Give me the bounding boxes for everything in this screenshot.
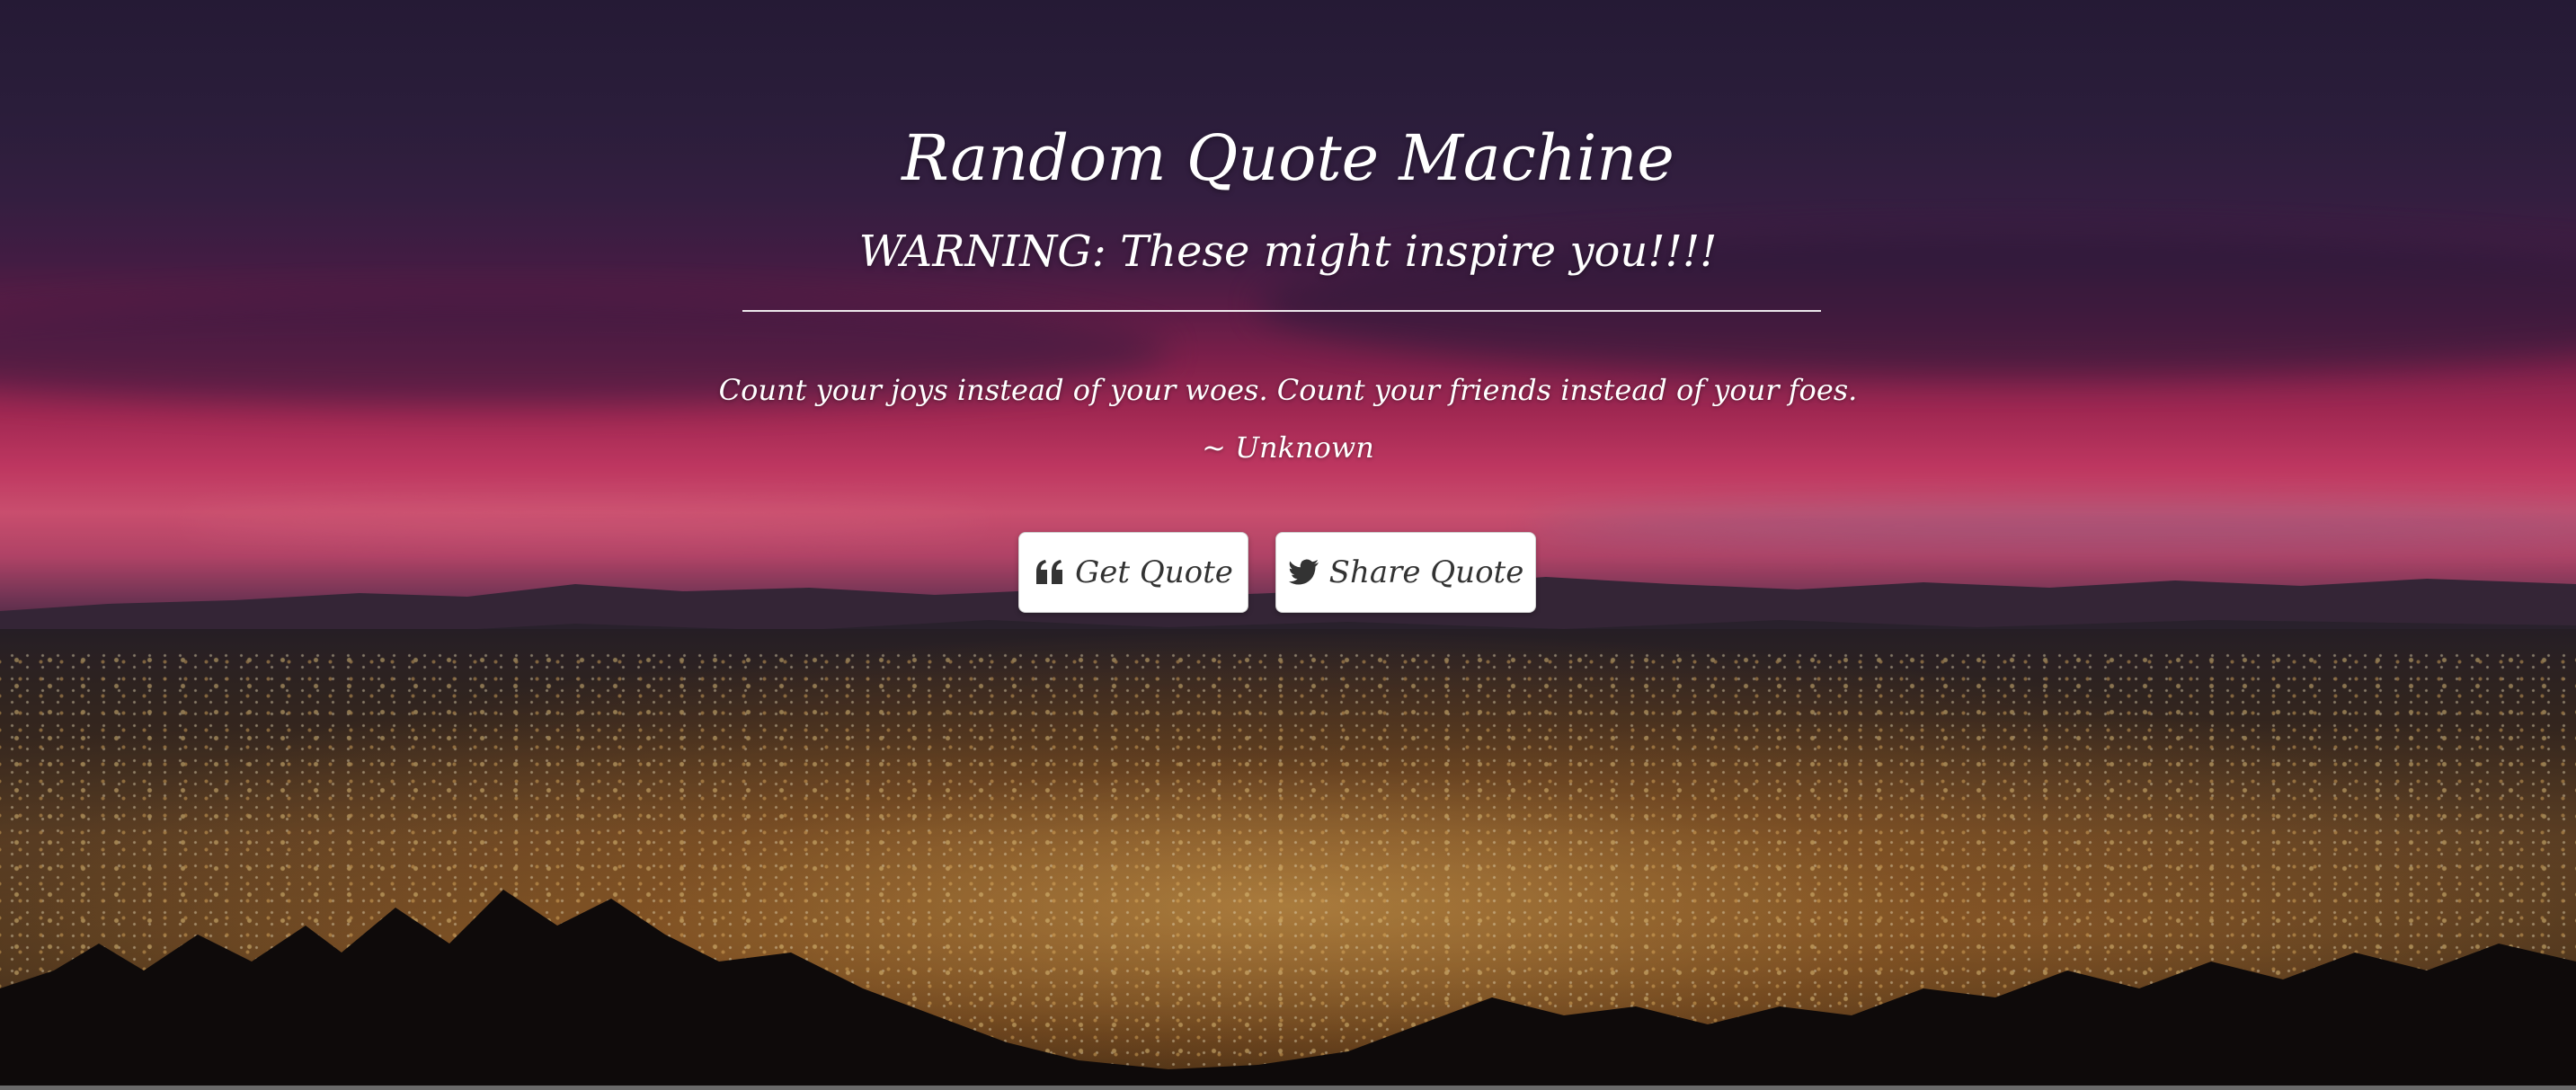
twitter-icon [1288,556,1320,589]
quote-box: Random Quote Machine WARNING: These migh… [0,0,2576,1090]
share-quote-button[interactable]: Share Quote [1275,532,1536,613]
page-subtitle: WARNING: These might inspire you!!!! [858,226,1718,277]
divider [742,310,1821,312]
quote-text: Count your joys instead of your woes. Co… [718,373,1858,407]
get-quote-label: Get Quote [1075,554,1233,590]
get-quote-button[interactable]: Get Quote [1018,532,1248,613]
quote-author: ~ Unknown [1202,430,1374,465]
quote-left-icon [1034,556,1066,589]
page-title: Random Quote Machine [902,121,1674,195]
window-bottom-edge [0,1086,2576,1090]
share-quote-label: Share Quote [1328,554,1524,590]
